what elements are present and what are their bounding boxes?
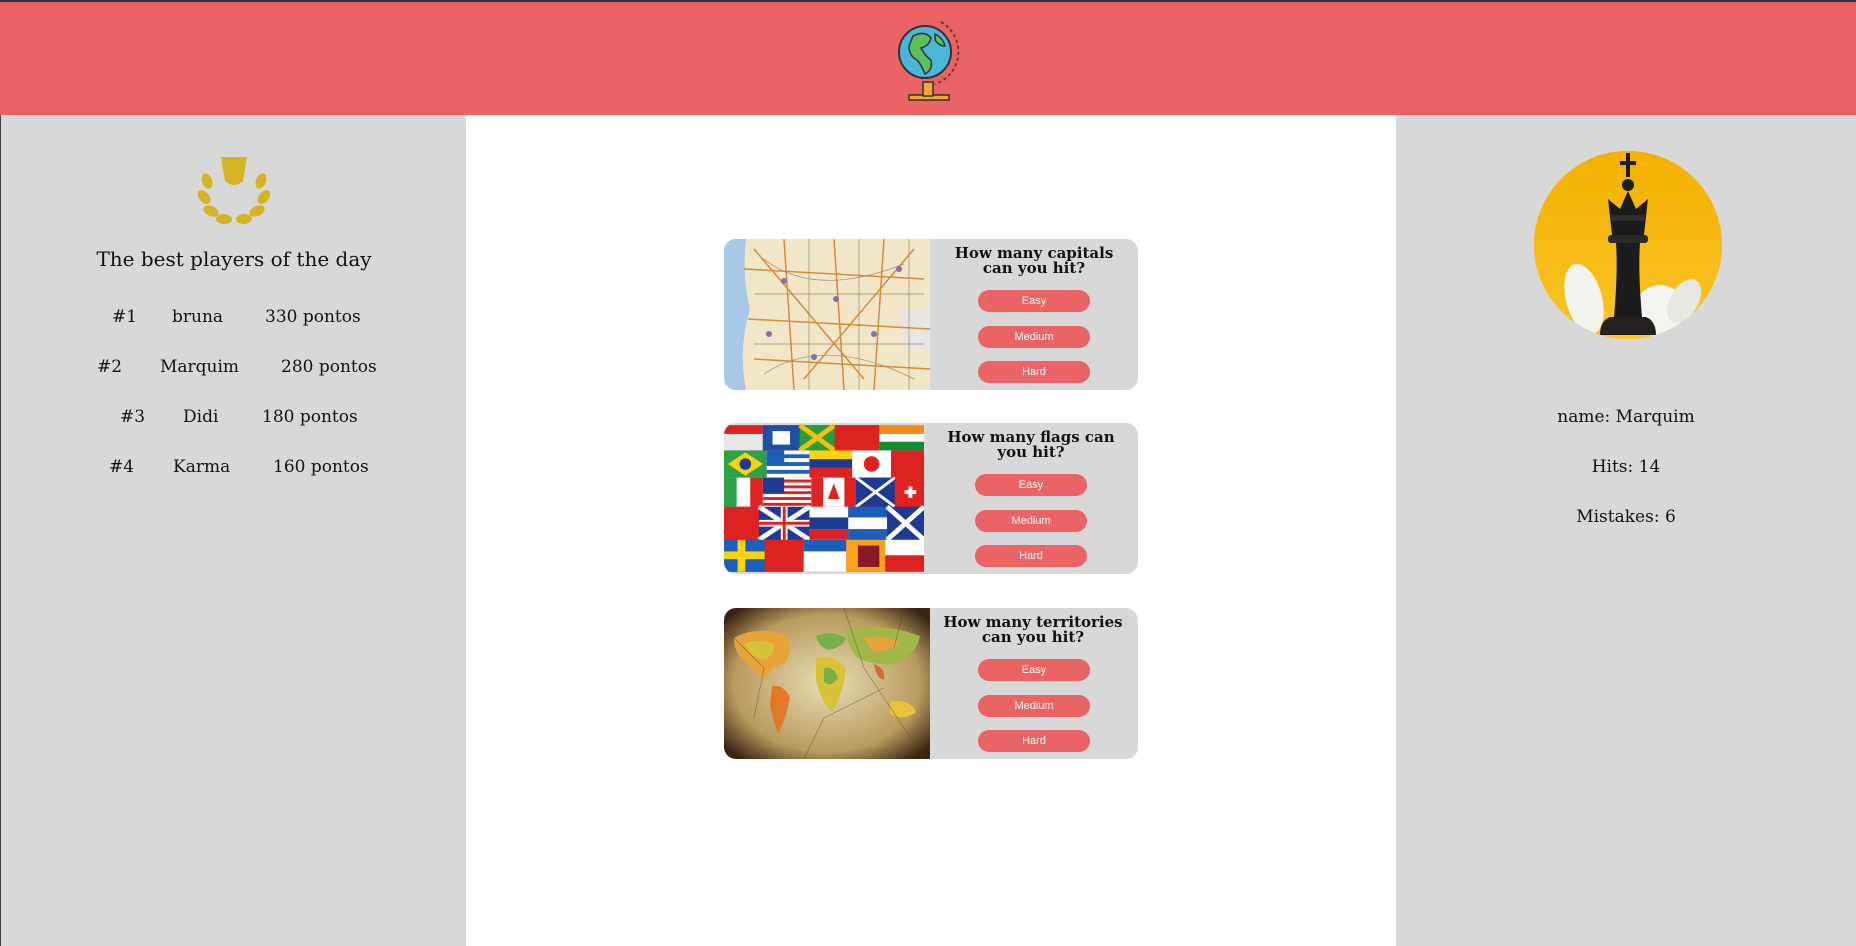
top-header (0, 0, 1856, 115)
player-score: 280 pontos (281, 357, 377, 377)
player-score: 330 pontos (265, 307, 361, 327)
player-name: Karma (173, 457, 231, 477)
medium-button[interactable]: Medium (978, 326, 1090, 348)
hard-button[interactable]: Hard (975, 545, 1087, 567)
quiz-card-territories: How many territories can you hit? Easy M… (724, 608, 1138, 759)
player-name: bruna (172, 307, 224, 327)
leaderboard-panel: The best players of the day #1 bruna 330… (0, 115, 466, 946)
hard-button[interactable]: Hard (978, 730, 1090, 752)
player-rank: #1 (112, 307, 138, 327)
profile-name: name: Marquim (1557, 407, 1695, 427)
chess-queen-icon (1534, 151, 1722, 339)
player-score: 160 pontos (273, 457, 369, 477)
world-flags-image (724, 423, 924, 572)
quiz-card-flags: How many flags can you hit? Easy Medium … (724, 423, 1138, 574)
player-name: Marquim (160, 357, 240, 377)
avatar (1534, 151, 1722, 339)
profile-mistakes: Mistakes: 6 (1576, 507, 1676, 527)
player-rank: #3 (120, 407, 146, 427)
easy-button[interactable]: Easy (978, 659, 1090, 681)
medium-button[interactable]: Medium (975, 510, 1087, 532)
road-map-image (724, 239, 930, 390)
trophy-icon (197, 157, 271, 225)
easy-button[interactable]: Easy (975, 474, 1087, 496)
easy-button[interactable]: Easy (978, 290, 1090, 312)
quiz-question: How many capitals can you hit? (954, 244, 1114, 277)
profile-panel: name: Marquim Hits: 14 Mistakes: 6 (1396, 115, 1856, 946)
quiz-question: How many territories can you hit? (943, 613, 1123, 646)
quiz-card-capitals: How many capitals can you hit? Easy Medi… (724, 239, 1138, 390)
hard-button[interactable]: Hard (978, 361, 1090, 383)
player-name: Didi (183, 407, 219, 427)
medium-button[interactable]: Medium (978, 695, 1090, 717)
quiz-question: How many flags can you hit? (947, 428, 1115, 461)
leaderboard-title: The best players of the day (96, 247, 372, 271)
world-map-image (724, 608, 930, 759)
profile-hits: Hits: 14 (1591, 457, 1661, 477)
player-score: 180 pontos (262, 407, 358, 427)
player-rank: #4 (109, 457, 135, 477)
player-rank: #2 (97, 357, 123, 377)
globe-icon[interactable] (895, 16, 961, 102)
